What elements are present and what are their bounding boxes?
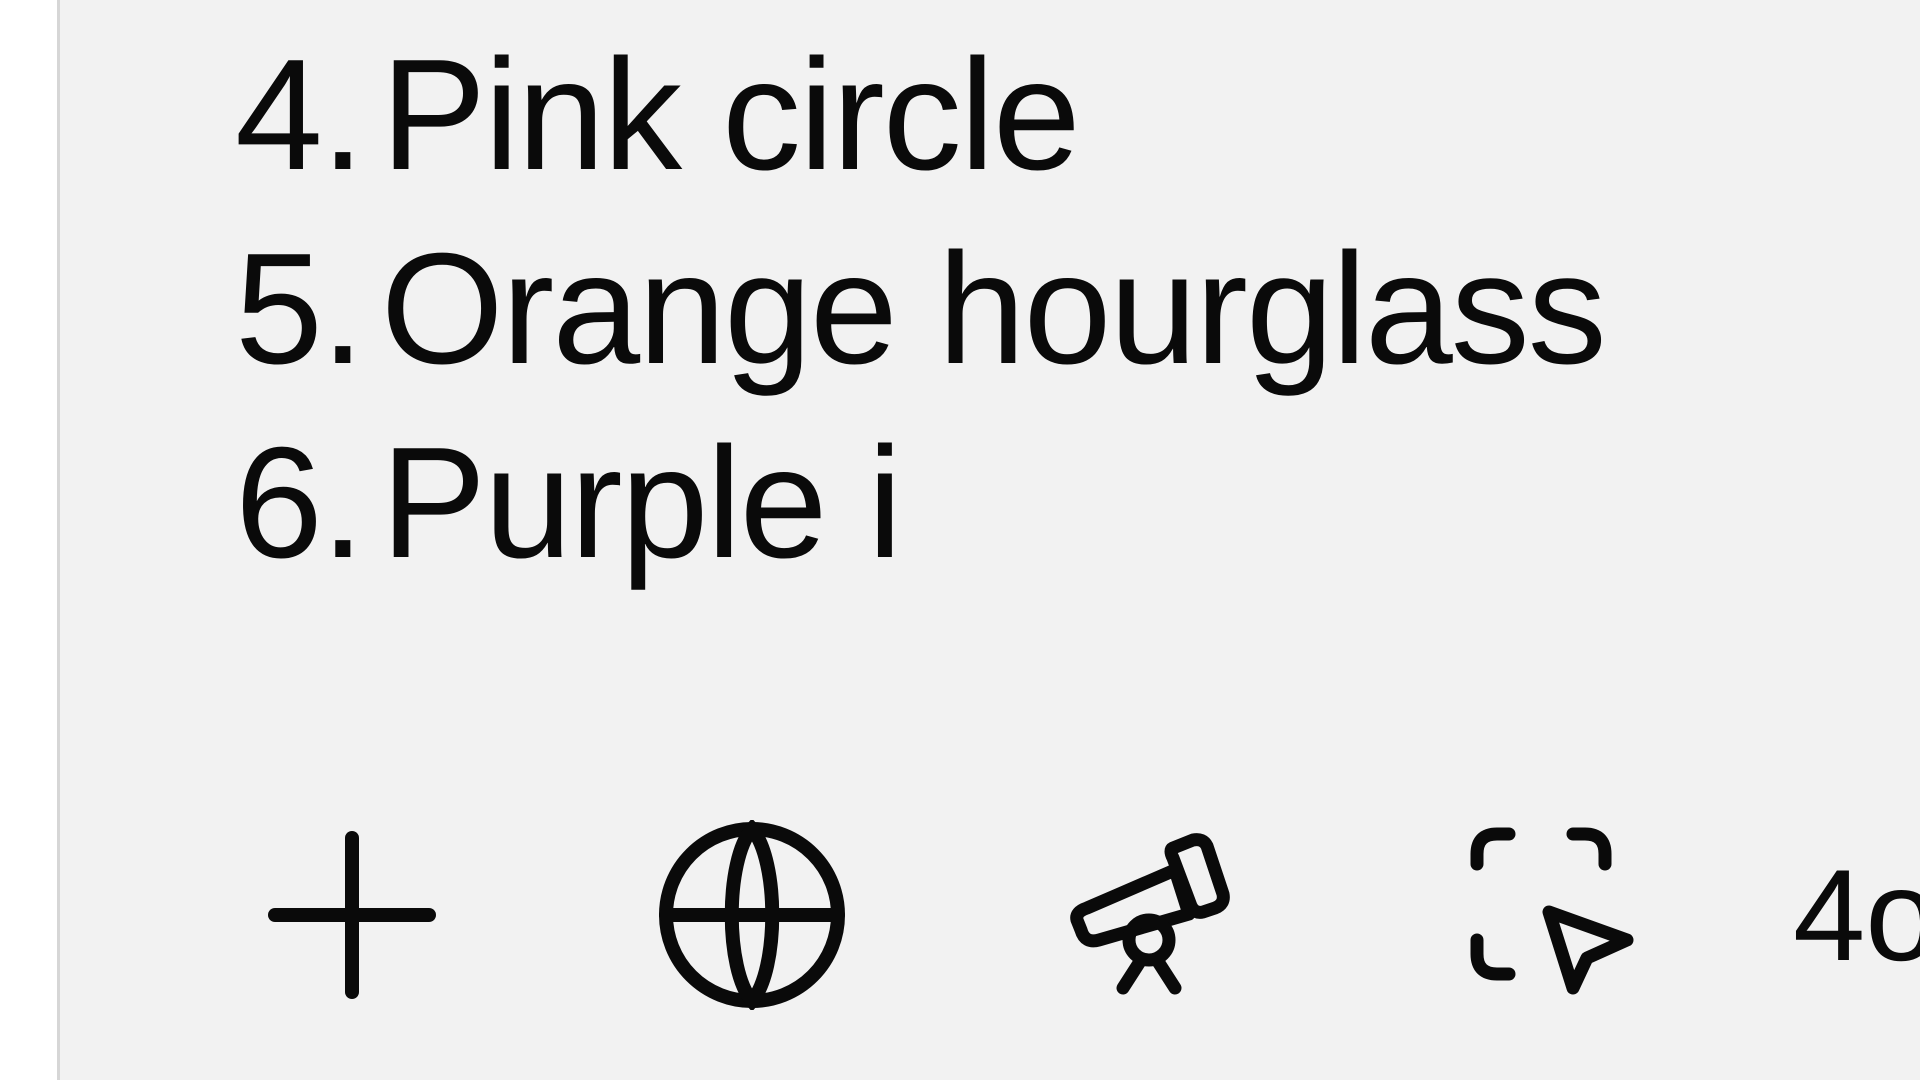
deep-research-button[interactable]: [1052, 820, 1252, 1010]
list-item-label: Pink circle: [380, 27, 1081, 203]
screen-select-button[interactable]: [1452, 820, 1652, 1010]
web-search-button[interactable]: [652, 820, 852, 1010]
telescope-icon: [1070, 833, 1230, 995]
list-item-label: Purple i: [380, 415, 903, 591]
add-button[interactable]: [252, 820, 452, 1010]
list-item-number: 4.: [235, 27, 365, 203]
shape-list: 4. Pink circle 5. Orange hourglass 6. Purpl…: [235, 18, 1607, 600]
composer-toolbar: 4o: [60, 820, 1920, 1010]
list-item-label: Orange hourglass: [380, 221, 1607, 397]
left-gutter: [0, 0, 57, 1080]
list-item: 5. Orange hourglass: [235, 212, 1607, 406]
chat-panel: 4. Pink circle 5. Orange hourglass 6. Purpl…: [60, 0, 1920, 1080]
screen-select-icon: [1470, 827, 1634, 995]
list-item-number: 5.: [235, 221, 365, 397]
list-item: 4. Pink circle: [235, 18, 1605, 212]
model-selector[interactable]: 4o: [1793, 820, 1920, 1010]
plus-icon: [268, 831, 436, 999]
list-item-number: 6.: [235, 415, 365, 591]
globe-icon: [659, 820, 845, 1010]
list-item: 6. Purple i: [235, 406, 1605, 600]
